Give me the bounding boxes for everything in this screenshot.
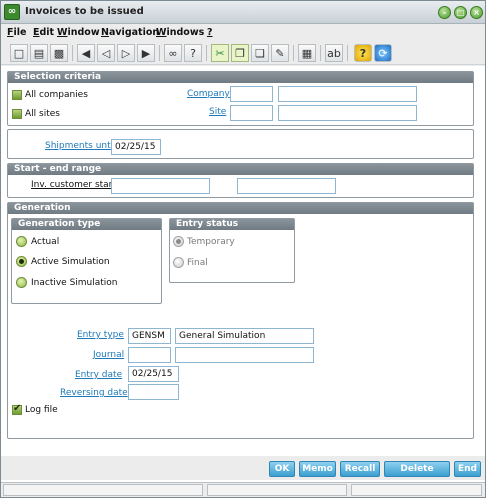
calculator-icon[interactable]: ▦ bbox=[298, 44, 316, 62]
first-record-icon[interactable]: ◀ bbox=[77, 44, 95, 62]
maximize-icon[interactable]: □ bbox=[454, 6, 467, 19]
app-logo-icon: ∞ bbox=[4, 4, 20, 20]
radio-actual[interactable] bbox=[16, 236, 27, 247]
minimize-icon[interactable]: – bbox=[438, 6, 451, 19]
company-code-field[interactable] bbox=[230, 86, 273, 102]
status-cell bbox=[207, 484, 347, 496]
section-header: Selection criteria bbox=[8, 72, 473, 83]
reversing-date-link[interactable]: Reversing date bbox=[60, 388, 128, 398]
radio-active-simulation[interactable] bbox=[16, 256, 27, 267]
radio-label-actual: Actual bbox=[31, 237, 60, 247]
section-header: Generation bbox=[8, 203, 473, 214]
shipments-until-field[interactable]: 02/25/15 bbox=[111, 139, 161, 155]
section-header: Start - end range bbox=[8, 164, 473, 175]
status-cell bbox=[3, 484, 203, 496]
group-header: Generation type bbox=[12, 219, 161, 230]
radio-label-inactive-simulation: Inactive Simulation bbox=[31, 278, 118, 288]
refresh-icon[interactable]: ⟳ bbox=[374, 44, 392, 62]
radio-final[interactable] bbox=[173, 257, 184, 268]
journal-link[interactable]: Journal bbox=[93, 350, 124, 360]
radio-temporary[interactable] bbox=[173, 236, 184, 247]
close-icon[interactable]: × bbox=[470, 6, 483, 19]
text-format-icon[interactable]: ab bbox=[325, 44, 343, 62]
customer-start-label: Inv. customer start bbox=[31, 180, 116, 190]
cut-icon[interactable]: ✂ bbox=[211, 44, 229, 62]
company-description-field[interactable] bbox=[278, 86, 417, 102]
entry-status-group: Entry status Temporary Final bbox=[169, 218, 295, 283]
question-icon[interactable]: ? bbox=[354, 44, 372, 62]
status-bar bbox=[1, 482, 485, 497]
log-file-checkbox[interactable] bbox=[12, 403, 22, 415]
radio-label-temporary: Temporary bbox=[187, 237, 235, 247]
toolbar: □ ▤ ▩ ◀ ◁ ▷ ▶ ∞ ? ✂ ❐ ❏ ✎ ▦ ab ? ⟳ bbox=[1, 41, 485, 65]
button-bar: OK Memo Recall Delete memo End bbox=[1, 456, 485, 488]
customer-start-field[interactable] bbox=[111, 178, 210, 194]
log-file-label: Log file bbox=[25, 405, 58, 415]
memo-button[interactable]: Memo bbox=[299, 461, 336, 477]
journal-field[interactable] bbox=[128, 347, 171, 363]
new-document-icon[interactable]: ▩ bbox=[50, 44, 68, 62]
entry-type-description-field[interactable]: General Simulation bbox=[175, 328, 314, 344]
copy-icon[interactable]: ❐ bbox=[231, 44, 249, 62]
paste-icon[interactable]: ❏ bbox=[251, 44, 269, 62]
generation-type-group: Generation type Actual Active Simulation… bbox=[11, 218, 162, 304]
radio-label-active-simulation: Active Simulation bbox=[31, 257, 110, 267]
help-icon[interactable]: ? bbox=[184, 44, 202, 62]
form-content: Selection criteria All companies All sit… bbox=[1, 66, 485, 484]
all-sites-label: All sites bbox=[25, 109, 60, 119]
shipments-until-link[interactable]: Shipments until bbox=[45, 141, 116, 151]
section-range: Start - end range Inv. customer start bbox=[7, 163, 474, 198]
save-icon[interactable]: □ bbox=[10, 44, 28, 62]
all-companies-checkbox[interactable] bbox=[12, 90, 22, 100]
window-title: Invoices to be issued bbox=[25, 6, 144, 17]
delete-memo-button[interactable]: Delete memo bbox=[384, 461, 450, 488]
status-cell bbox=[351, 484, 482, 496]
menu-bar: File Edit Window Navigation Windows ? bbox=[1, 24, 485, 41]
menu-help[interactable]: ? bbox=[207, 27, 213, 38]
all-sites-checkbox[interactable] bbox=[12, 109, 22, 119]
erase-icon[interactable]: ✎ bbox=[271, 44, 289, 62]
entry-type-field[interactable]: GENSM bbox=[128, 328, 171, 344]
company-link[interactable]: Company bbox=[187, 89, 230, 99]
menu-edit[interactable]: Edit bbox=[33, 27, 54, 38]
entry-date-field[interactable]: 02/25/15 bbox=[128, 366, 179, 382]
journal-description-field[interactable] bbox=[175, 347, 314, 363]
menu-navigation[interactable]: Navigation bbox=[101, 27, 159, 38]
print-icon[interactable]: ▤ bbox=[30, 44, 48, 62]
previous-record-icon[interactable]: ◁ bbox=[97, 44, 115, 62]
group-header: Entry status bbox=[170, 219, 294, 230]
entry-type-link[interactable]: Entry type bbox=[77, 330, 124, 340]
section-selection-criteria: Selection criteria All companies All sit… bbox=[7, 71, 474, 126]
all-companies-label: All companies bbox=[25, 90, 88, 100]
site-link[interactable]: Site bbox=[209, 107, 226, 117]
radio-inactive-simulation[interactable] bbox=[16, 277, 27, 288]
menu-windows[interactable]: Windows bbox=[156, 27, 204, 38]
last-record-icon[interactable]: ▶ bbox=[137, 44, 155, 62]
section-generation: Generation Generation type Actual Active… bbox=[7, 202, 474, 439]
title-bar: ∞ Invoices to be issued – □ × bbox=[1, 1, 485, 24]
app-window: ∞ Invoices to be issued – □ × File Edit … bbox=[0, 0, 486, 498]
customer-end-field[interactable] bbox=[237, 178, 336, 194]
recall-button[interactable]: Recall bbox=[340, 461, 380, 477]
menu-file[interactable]: File bbox=[7, 27, 26, 38]
end-button[interactable]: End bbox=[454, 461, 481, 477]
site-code-field[interactable] bbox=[230, 105, 273, 121]
reversing-date-field[interactable] bbox=[128, 384, 179, 400]
ok-button[interactable]: OK bbox=[269, 461, 295, 477]
entry-date-link[interactable]: Entry date bbox=[75, 370, 122, 380]
section-shipments: Shipments until 02/25/15 bbox=[7, 129, 474, 159]
site-description-field[interactable] bbox=[278, 105, 417, 121]
next-record-icon[interactable]: ▷ bbox=[117, 44, 135, 62]
menu-window[interactable]: Window bbox=[57, 27, 100, 38]
attachment-icon[interactable]: ∞ bbox=[164, 44, 182, 62]
radio-label-final: Final bbox=[187, 258, 208, 268]
